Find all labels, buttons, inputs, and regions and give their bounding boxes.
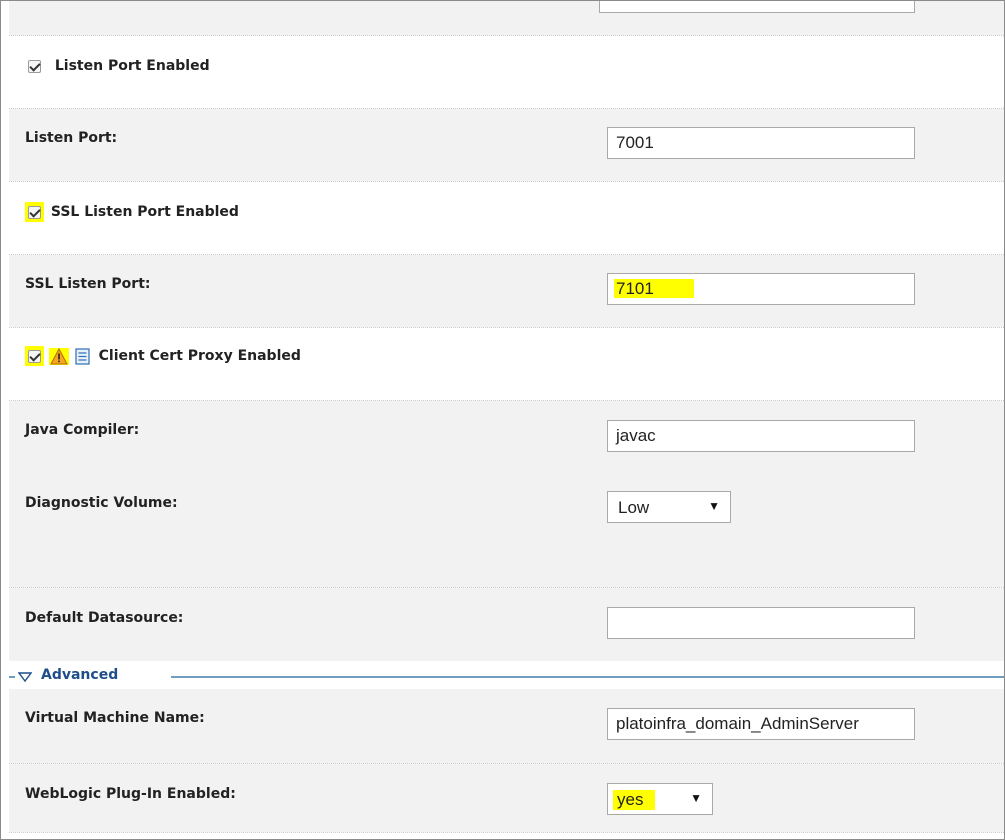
listen-port-label: Listen Port: [25, 130, 118, 146]
dropdown-arrow-icon: ▼ [708, 499, 720, 513]
java-compiler-input[interactable]: javac [607, 420, 915, 452]
checkbox-checked-icon [28, 205, 41, 219]
client-cert-proxy-label: Client Cert Proxy Enabled [98, 348, 301, 364]
listen-port-input[interactable]: 7001 [607, 127, 915, 159]
ssl-listen-port-row: SSL Listen Port: 7101 [9, 255, 1004, 327]
default-datasource-row: Default Datasource: [9, 588, 1004, 661]
listen-port-row: Listen Port: 7001 [9, 109, 1004, 181]
java-compiler-label: Java Compiler: [25, 422, 140, 438]
weblogic-plugin-select[interactable]: yes ▼ [607, 783, 713, 815]
default-datasource-label: Default Datasource: [25, 610, 184, 626]
settings-panel: Listen Port Enabled Listen Port: 7001 SS… [0, 0, 1005, 840]
ssl-listen-port-enabled-checkbox[interactable] [25, 202, 44, 222]
client-cert-proxy-checkbox[interactable] [25, 346, 44, 366]
virtual-machine-name-row: Virtual Machine Name: platoinfra_domain_… [9, 689, 1004, 763]
ssl-listen-port-enabled-row: SSL Listen Port Enabled [9, 182, 1004, 254]
top-partial-row [9, 1, 1004, 35]
weblogic-plugin-row: WebLogic Plug-In Enabled: yes ▼ [9, 764, 1004, 832]
diagnostic-volume-label: Diagnostic Volume: [25, 495, 178, 511]
virtual-machine-name-input[interactable]: platoinfra_domain_AdminServer [607, 708, 915, 740]
client-cert-proxy-row: Client Cert Proxy Enabled [9, 328, 1004, 400]
warning-icon [50, 347, 68, 364]
ssl-listen-port-label: SSL Listen Port: [25, 276, 151, 292]
virtual-machine-name-label: Virtual Machine Name: [25, 710, 205, 726]
diagnostic-volume-row: Diagnostic Volume: Low ▼ [9, 473, 1004, 587]
advanced-divider-left [9, 676, 15, 678]
checkbox-checked-icon [28, 59, 41, 73]
default-datasource-input[interactable] [607, 607, 915, 639]
diagnostic-volume-select[interactable]: Low ▼ [607, 491, 731, 523]
advanced-divider-right [171, 676, 1004, 678]
dropdown-arrow-icon: ▼ [690, 791, 702, 805]
java-compiler-row: Java Compiler: javac [9, 401, 1004, 473]
document-icon [75, 347, 90, 365]
listen-port-enabled-row: Listen Port Enabled [9, 36, 1004, 108]
weblogic-plugin-label: WebLogic Plug-In Enabled: [25, 786, 236, 802]
top-partial-field[interactable] [599, 1, 915, 13]
advanced-section-toggle[interactable]: Advanced [41, 667, 118, 683]
listen-port-enabled-checkbox[interactable] [25, 56, 44, 76]
listen-port-enabled-label: Listen Port Enabled [54, 58, 210, 74]
ssl-listen-port-input[interactable]: 7101 [607, 273, 915, 305]
ssl-listen-port-enabled-label: SSL Listen Port Enabled [50, 204, 239, 220]
checkbox-checked-icon [28, 349, 41, 363]
collapse-triangle-icon[interactable] [18, 672, 32, 682]
